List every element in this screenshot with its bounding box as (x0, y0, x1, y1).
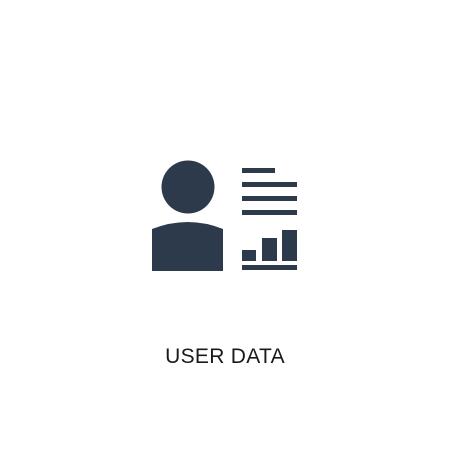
text-line-3 (242, 196, 297, 201)
bar-2 (262, 238, 277, 261)
text-line-4 (242, 210, 297, 215)
bar-1 (242, 250, 256, 261)
bar-3 (282, 230, 297, 261)
user-body-shape (152, 222, 223, 271)
user-data-icon (152, 160, 297, 271)
text-line-1 (242, 168, 275, 173)
user-head-shape (161, 160, 215, 214)
caption-label: USER DATA (165, 345, 285, 368)
chart-baseline (242, 265, 297, 270)
text-line-2 (242, 182, 297, 187)
